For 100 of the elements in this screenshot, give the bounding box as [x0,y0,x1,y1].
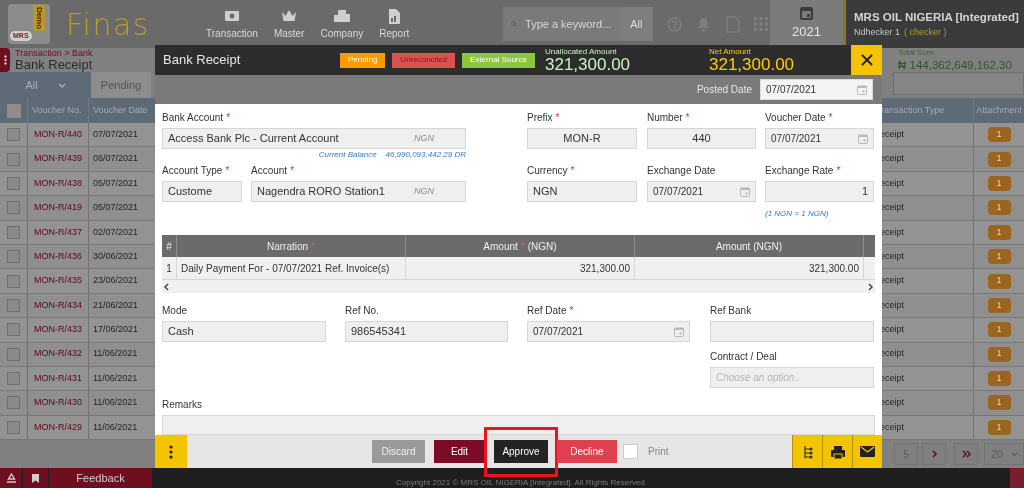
email-button[interactable] [852,435,882,468]
attachment-count[interactable]: 1 [987,249,1011,265]
date-field[interactable]: 07/07/2021 [760,79,873,100]
year-selector[interactable]: 2021 [770,0,843,48]
checkbox[interactable] [7,396,20,410]
field-label: Currency [527,165,568,177]
table-cell[interactable]: MON-R/437 [27,220,88,244]
input-field[interactable]: MON-R [527,128,637,149]
checkbox-label: Print [648,445,669,459]
last-page-button[interactable] [954,443,978,466]
more-button[interactable] [155,435,187,468]
attachment-count[interactable]: 1 [987,224,1011,240]
attachment-count[interactable]: 1 [987,395,1011,411]
checkbox[interactable] [7,201,20,215]
checkbox[interactable] [7,372,20,386]
feedback-button[interactable]: Feedback [49,468,152,488]
bookmark-icon [31,472,40,484]
double-chevron-icon [961,450,971,459]
date-field[interactable]: 07/07/2021 [765,128,874,149]
checkbox[interactable] [7,176,20,190]
structure-button[interactable] [792,435,822,468]
input-field[interactable] [162,415,875,435]
input-field[interactable]: Custome [162,181,242,202]
calendar-icon [857,84,867,95]
required-mark: * [685,112,690,124]
close-button[interactable] [851,45,882,75]
attachment-count[interactable]: 1 [987,151,1011,167]
table-cell[interactable]: MON-R/439 [27,147,88,171]
attachment-count[interactable]: 1 [987,175,1011,191]
nav-item[interactable]: Company [314,0,370,48]
attachment-count[interactable]: 1 [987,322,1011,338]
nav-item[interactable]: Report [373,0,416,48]
search-field[interactable]: Type a keyword... [503,7,620,41]
input-field[interactable]: Cash [162,321,326,342]
input-field[interactable]: 1 [765,181,874,202]
attachment-count[interactable]: 1 [987,297,1011,313]
company-name: MRS OIL NIGERIA [Integrated] [854,9,1020,25]
input-field[interactable]: 986545341 [345,321,508,342]
mail-icon [860,446,875,457]
field-label: Remarks [162,399,203,411]
input-field[interactable]: Access Bank Plc - Current Account NGN [162,128,466,149]
date-field[interactable]: 07/07/2021 [647,181,756,202]
table-cell[interactable]: MON-R/432 [27,342,88,366]
table-cell[interactable]: MON-R/433 [27,318,88,342]
edit-button[interactable]: Edit [434,440,485,463]
attachment-count[interactable]: 1 [987,127,1011,143]
field-label: Ref Date [527,305,567,317]
field-label: Posted Date [696,83,752,97]
attachment-count[interactable]: 1 [987,273,1011,289]
required-mark: * [569,305,574,317]
checkbox[interactable] [7,274,20,288]
checkbox[interactable] [7,250,20,264]
approve-button[interactable]: Approve [494,440,548,463]
table-cell[interactable]: MON-R/431 [27,366,88,391]
table-cell[interactable]: MON-R/429 [27,415,88,440]
input-field[interactable]: 440 [647,128,756,149]
table-cell[interactable]: MON-R/434 [27,293,88,318]
required-mark: * [828,112,833,124]
table-cell: Daily Payment For - 07/07/2021 Ref. Invoice(s) [177,257,406,279]
input-field[interactable]: Nagendra RORO Station1 NGN [251,181,466,202]
discard-button[interactable]: Discard [372,440,425,463]
attachment-count[interactable]: 1 [987,419,1011,435]
tab[interactable]: All [0,72,91,98]
next-page-button[interactable] [922,443,946,466]
menu-button[interactable] [0,48,10,72]
required-mark: * [226,112,231,124]
checkbox[interactable] [7,420,20,434]
checkbox[interactable] [7,128,20,142]
amount-label: Net Amount [709,46,752,56]
checkbox[interactable] [7,347,20,361]
attachment-count[interactable]: 1 [987,346,1011,362]
table-cell[interactable]: MON-R/430 [27,391,88,415]
checkbox[interactable] [7,225,20,239]
checkbox[interactable] [6,103,21,118]
checkbox[interactable] [7,323,20,337]
checkbox[interactable] [7,152,20,166]
input-field[interactable]: NGN [527,181,637,202]
breadcrumb[interactable]: Transaction > Bank [15,48,93,58]
field-label: Prefix [527,112,553,124]
field-label: Contract / Deal [710,351,778,363]
print-button[interactable] [822,435,852,468]
table-cell[interactable]: MON-R/419 [27,196,88,220]
table-cell[interactable]: MON-R/440 [27,123,88,147]
scope-dropdown[interactable]: All [619,7,654,41]
nav-item[interactable]: Master [267,0,311,48]
table-cell[interactable]: MON-R/435 [27,269,88,293]
horizontal-scrollbar[interactable] [162,280,875,293]
table-cell[interactable]: MON-R/438 [27,171,88,196]
tab[interactable]: Pending [91,72,151,98]
table-cell[interactable]: MON-R/436 [27,244,88,269]
input-field[interactable] [710,321,874,342]
field-label: Number [647,112,683,124]
date-field[interactable]: 07/07/2021 [527,321,690,342]
hierarchy-icon [801,444,814,459]
bookmark-button[interactable] [23,468,49,488]
decline-button[interactable]: Decline [557,440,617,463]
attachment-count[interactable]: 1 [987,371,1011,387]
checkbox[interactable] [7,298,20,312]
nav-item[interactable]: Transaction [200,0,264,48]
attachment-count[interactable]: 1 [987,200,1011,216]
